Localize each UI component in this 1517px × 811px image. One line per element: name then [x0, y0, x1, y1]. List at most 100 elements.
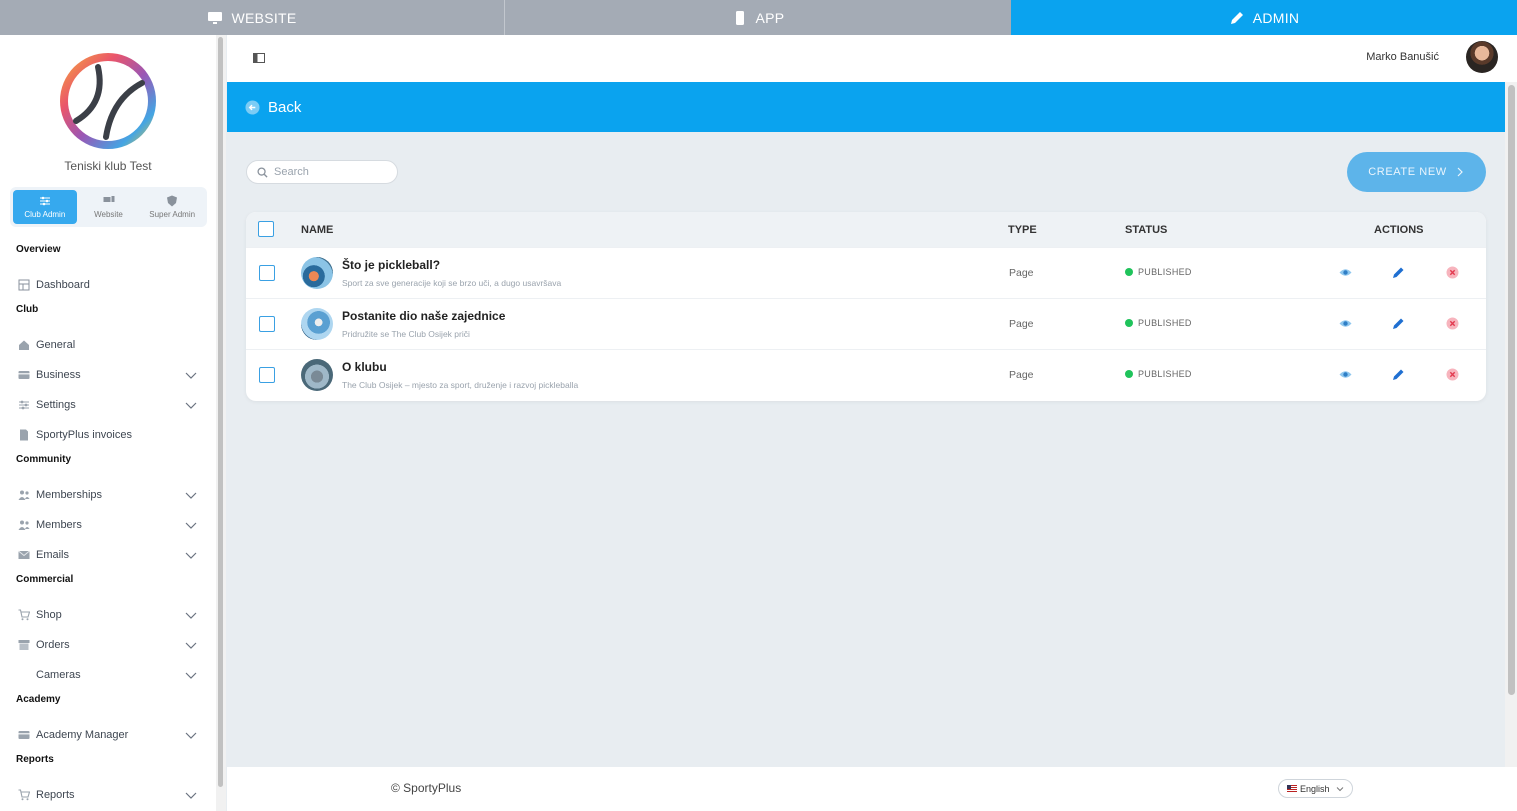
- tab-admin[interactable]: ADMIN: [1011, 0, 1517, 35]
- role-switcher: Club Admin Website Super Admin: [10, 187, 207, 227]
- sidebar-toggle-icon[interactable]: [253, 52, 265, 64]
- sidebar-item-cameras[interactable]: Cameras: [0, 660, 216, 690]
- sidebar-scrollbar[interactable]: [216, 35, 226, 811]
- table-row[interactable]: O klubu The Club Osijek – mjesto za spor…: [246, 349, 1486, 400]
- sidebar-item-emails[interactable]: Emails: [0, 540, 216, 570]
- tab-website[interactable]: WEBSITE: [0, 0, 505, 35]
- row-checkbox[interactable]: [259, 265, 275, 281]
- chevron-down-icon[interactable]: [184, 398, 198, 412]
- sidebar-item-label: Members: [36, 519, 82, 531]
- sidebar-item-memberships[interactable]: Memberships: [0, 480, 216, 510]
- chevron-right-icon: [1457, 167, 1463, 177]
- users-icon: [18, 520, 29, 530]
- search-icon: [257, 166, 268, 178]
- copyright: © SportyPlus: [391, 781, 462, 795]
- sidebar-item-orders[interactable]: Orders: [0, 630, 216, 660]
- row-checkbox[interactable]: [259, 316, 275, 332]
- column-status[interactable]: STATUS: [1125, 224, 1167, 236]
- row-title[interactable]: Postanite dio naše zajednice: [342, 309, 505, 323]
- delete-button[interactable]: [1446, 266, 1459, 279]
- tab-website-label: WEBSITE: [231, 9, 297, 26]
- table-row[interactable]: Postanite dio naše zajednice Pridružite …: [246, 298, 1486, 349]
- card-icon: [18, 731, 29, 739]
- edit-button[interactable]: [1392, 317, 1405, 330]
- sidebar-item-settings[interactable]: Settings: [0, 390, 216, 420]
- search-box[interactable]: [246, 160, 398, 184]
- status-dot: [1125, 370, 1133, 378]
- delete-button[interactable]: [1446, 368, 1459, 381]
- sidebar-item-label: Academy Manager: [36, 729, 129, 741]
- view-button[interactable]: [1339, 368, 1352, 381]
- chevron-down-icon[interactable]: [184, 518, 198, 532]
- chevron-down-icon[interactable]: [184, 608, 198, 622]
- edit-button[interactable]: [1392, 266, 1405, 279]
- role-club-admin[interactable]: Club Admin: [13, 190, 77, 224]
- chevron-down-icon[interactable]: [184, 788, 198, 802]
- website-icon: [103, 196, 114, 202]
- row-checkbox[interactable]: [259, 367, 275, 383]
- column-actions: ACTIONS: [1374, 224, 1424, 236]
- create-new-button[interactable]: CREATE NEW: [1347, 152, 1486, 192]
- row-title[interactable]: O klubu: [342, 360, 387, 374]
- search-input[interactable]: [274, 166, 384, 178]
- invoice-icon: [19, 429, 28, 441]
- chevron-down-icon[interactable]: [184, 638, 198, 652]
- role-super-admin[interactable]: Super Admin: [140, 190, 204, 224]
- us-flag-icon: [1287, 785, 1297, 792]
- sidebar-item-general[interactable]: General: [0, 330, 216, 360]
- tab-app-label: APP: [755, 9, 785, 26]
- create-new-label: CREATE NEW: [1368, 166, 1447, 178]
- main-scrollbar[interactable]: [1505, 82, 1517, 767]
- monitor-icon: [208, 11, 223, 24]
- sidebar-item-shop[interactable]: Shop: [0, 600, 216, 630]
- chevron-down-icon[interactable]: [184, 488, 198, 502]
- sidebar-scrollbar-thumb[interactable]: [218, 37, 223, 787]
- home-icon: [18, 340, 29, 350]
- sidebar-item-label: Settings: [36, 399, 76, 411]
- sidebar-item-academy-manager[interactable]: Academy Manager: [0, 720, 216, 750]
- status-badge: PUBLISHED: [1125, 267, 1192, 277]
- view-button[interactable]: [1339, 317, 1352, 330]
- chevron-down-icon[interactable]: [184, 548, 198, 562]
- column-type[interactable]: TYPE: [1008, 224, 1037, 236]
- status-dot: [1125, 268, 1133, 276]
- avatar[interactable]: [1466, 41, 1498, 73]
- column-name[interactable]: NAME: [301, 224, 333, 236]
- pages-table: NAME TYPE STATUS ACTIONS Što je pickleba…: [246, 212, 1486, 401]
- section-overview: Overview: [16, 244, 61, 255]
- sidebar-item-label: Dashboard: [36, 279, 90, 291]
- edit-button[interactable]: [1392, 368, 1405, 381]
- main-scrollbar-thumb[interactable]: [1508, 85, 1515, 695]
- table-row[interactable]: Što je pickleball? Sport za sve generaci…: [246, 247, 1486, 298]
- sidebar-item-reports[interactable]: Reports: [0, 780, 216, 810]
- back-button[interactable]: Back: [227, 82, 1505, 132]
- row-title[interactable]: Što je pickleball?: [342, 258, 440, 272]
- dashboard-icon: [18, 279, 29, 291]
- status-badge: PUBLISHED: [1125, 318, 1192, 328]
- empty-icon-slot: [17, 669, 30, 682]
- phone-icon: [735, 10, 744, 25]
- select-all-checkbox[interactable]: [258, 221, 274, 237]
- language-selector[interactable]: English: [1278, 779, 1353, 798]
- table-header: NAME TYPE STATUS ACTIONS: [246, 212, 1486, 247]
- sidebar-item-members[interactable]: Members: [0, 510, 216, 540]
- chevron-down-icon[interactable]: [184, 668, 198, 682]
- row-subtitle: The Club Osijek – mjesto za sport, druže…: [342, 380, 579, 390]
- sidebar-item-business[interactable]: Business: [0, 360, 216, 390]
- close-circle-icon: [1446, 317, 1459, 330]
- user-name[interactable]: Marko Banušić: [1366, 51, 1439, 63]
- sidebar-item-label: Cameras: [36, 669, 81, 681]
- sidebar-item-label: Orders: [36, 639, 70, 651]
- sidebar-item-dashboard[interactable]: Dashboard: [0, 270, 216, 300]
- role-website[interactable]: Website: [77, 190, 141, 224]
- chevron-down-icon[interactable]: [184, 368, 198, 382]
- shield-icon: [167, 195, 178, 207]
- tab-app[interactable]: APP: [505, 0, 1011, 35]
- delete-button[interactable]: [1446, 317, 1459, 330]
- view-button[interactable]: [1339, 266, 1352, 279]
- sidebar-item-sportyplus-invoices[interactable]: SportyPlus invoices: [0, 420, 216, 450]
- footer: © SportyPlus English: [227, 767, 1517, 811]
- section-reports: Reports: [16, 754, 54, 765]
- chevron-down-icon[interactable]: [184, 728, 198, 742]
- tab-admin-label: ADMIN: [1252, 9, 1300, 26]
